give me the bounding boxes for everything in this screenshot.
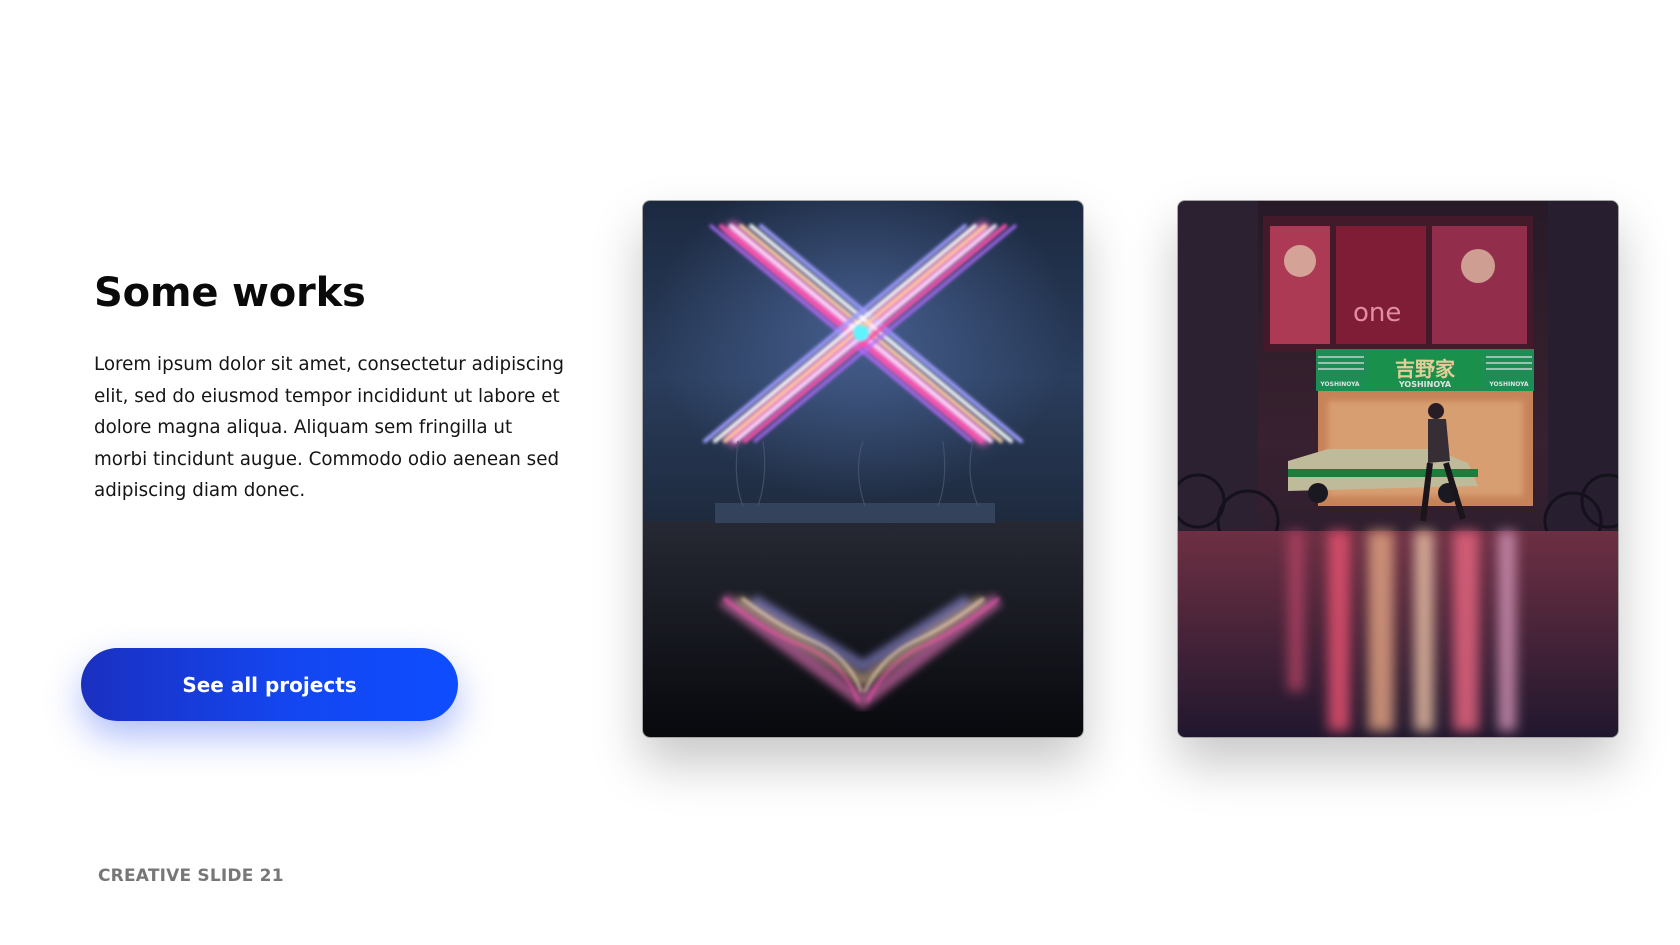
slide-title: Some works xyxy=(94,270,366,316)
night-street-image: one 吉野家 YOSHINOYA YOSHINOYA YOSHINOYA xyxy=(1178,201,1618,737)
slide: Some works Lorem ipsum dolor sit amet, c… xyxy=(0,0,1680,945)
project-photo-night-street[interactable]: one 吉野家 YOSHINOYA YOSHINOYA YOSHINOYA xyxy=(1177,200,1619,738)
slide-description: Lorem ipsum dolor sit amet, consectetur … xyxy=(94,354,565,501)
project-photo-neon-x[interactable] xyxy=(642,200,1084,738)
see-all-projects-button[interactable]: See all projects xyxy=(81,648,458,721)
slide-footer-label: CREATIVE SLIDE 21 xyxy=(98,866,284,886)
neon-x-image xyxy=(643,201,1083,737)
see-all-projects-label: See all projects xyxy=(182,672,357,697)
